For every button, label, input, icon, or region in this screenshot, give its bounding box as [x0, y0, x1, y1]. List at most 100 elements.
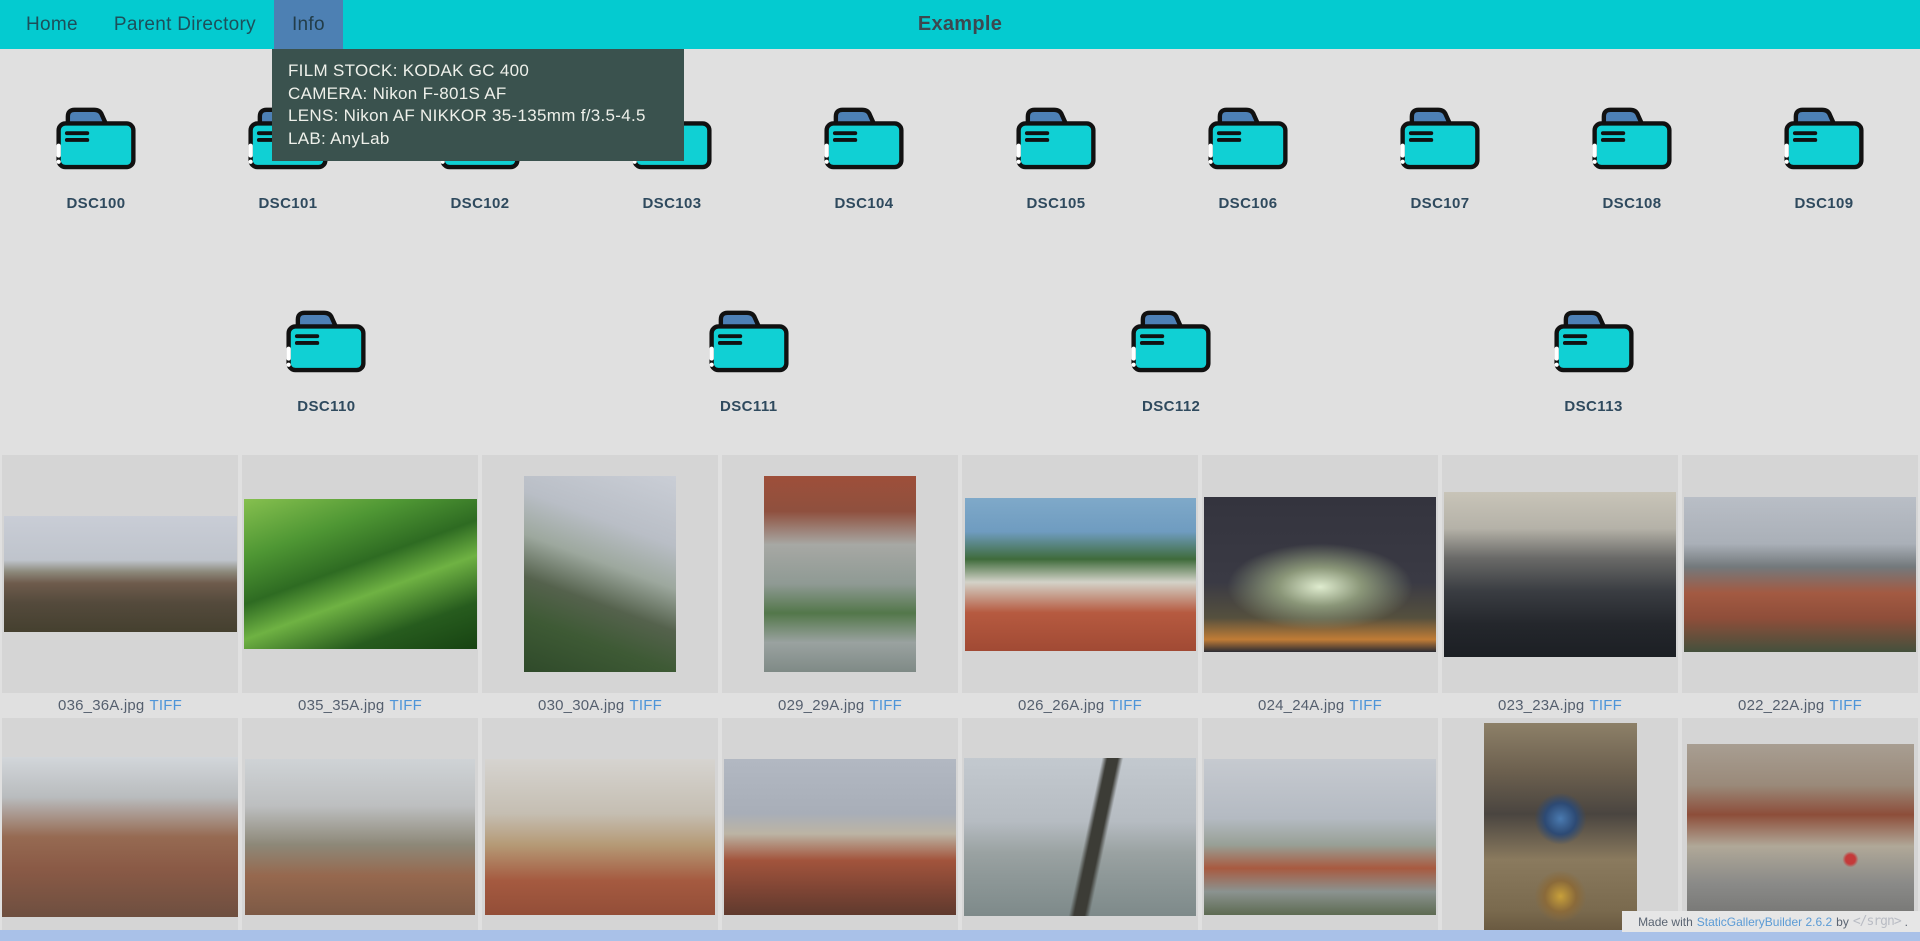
- folder-label: DSC111: [720, 398, 777, 415]
- photo-cell: 035_35A.jpg TIFF: [242, 455, 478, 718]
- navbar: Example HomeParent DirectoryInfo: [0, 0, 1920, 49]
- folder-item-dsc100[interactable]: DSC100: [0, 49, 192, 252]
- photo-cell: 030_30A.jpg TIFF: [482, 455, 718, 718]
- thumbnail-box: [1442, 455, 1678, 693]
- photo-thumbnail[interactable]: [724, 759, 956, 915]
- photo-cell: 024_24A.jpg TIFF: [1202, 455, 1438, 718]
- photo-grid: 036_36A.jpg TIFF 035_35A.jpg TIFF 030_30…: [0, 455, 1920, 941]
- photo-thumbnail[interactable]: [1204, 759, 1436, 915]
- info-tooltip-line: LENS: Nikon AF NIKKOR 35-135mm f/3.5-4.5: [288, 105, 668, 128]
- photo-filename: 029_29A.jpg: [778, 697, 864, 714]
- folder-item-dsc109[interactable]: DSC109: [1728, 49, 1920, 252]
- photo-thumbnail[interactable]: [965, 498, 1196, 651]
- folder-item-dsc112[interactable]: DSC112: [1075, 252, 1267, 455]
- folder-item-dsc111[interactable]: DSC111: [653, 252, 845, 455]
- photo-cell: [482, 718, 718, 941]
- tiff-link[interactable]: TIFF: [629, 697, 661, 714]
- photo-thumbnail[interactable]: [964, 758, 1196, 916]
- folder-icon: [283, 308, 369, 374]
- photo-filename: 035_35A.jpg: [298, 697, 384, 714]
- photo-cell: [962, 718, 1198, 941]
- photo-caption: 029_29A.jpg TIFF: [722, 693, 958, 718]
- photo-cell: 026_26A.jpg TIFF: [962, 455, 1198, 718]
- photo-cell: [1682, 718, 1918, 941]
- thumbnail-box: [1202, 455, 1438, 693]
- photo-cell: [2, 718, 238, 941]
- thumbnail-box: [722, 455, 958, 693]
- tiff-link[interactable]: TIFF: [149, 697, 181, 714]
- photo-thumbnail[interactable]: [1444, 492, 1676, 657]
- thumbnail-box: [1682, 455, 1918, 693]
- folder-label: DSC107: [1410, 195, 1469, 212]
- folder-icon: [1781, 105, 1867, 171]
- photo-thumbnail[interactable]: [1684, 497, 1916, 652]
- thumbnail-box: [2, 455, 238, 693]
- footer-made-with-text: Made with: [1638, 915, 1693, 929]
- tiff-link[interactable]: TIFF: [869, 697, 901, 714]
- photo-caption: 023_23A.jpg TIFF: [1442, 693, 1678, 718]
- folder-label: DSC100: [66, 195, 125, 212]
- folder-label: DSC102: [450, 195, 509, 212]
- folder-label: DSC113: [1564, 398, 1622, 415]
- builder-link[interactable]: StaticGalleryBuilder 2.6.2: [1697, 915, 1832, 929]
- thumbnail-box: [962, 455, 1198, 693]
- photo-thumbnail[interactable]: [524, 476, 676, 672]
- nav-link-parent-directory[interactable]: Parent Directory: [96, 0, 274, 49]
- thumbnail-box: [1202, 718, 1438, 941]
- photo-thumbnail[interactable]: [1687, 744, 1914, 930]
- folder-label: DSC104: [834, 195, 893, 212]
- thumbnail-box: [962, 718, 1198, 941]
- tiff-link[interactable]: TIFF: [1109, 697, 1141, 714]
- thumbnail-box: [242, 718, 478, 941]
- folder-label: DSC106: [1218, 195, 1277, 212]
- folder-icon: [1205, 105, 1291, 171]
- info-tooltip-line: LAB: AnyLab: [288, 128, 668, 151]
- folder-icon: [1128, 308, 1214, 374]
- folder-item-dsc110[interactable]: DSC110: [230, 252, 422, 455]
- photo-thumbnail[interactable]: [245, 759, 475, 915]
- nav-link-info[interactable]: Info: [274, 0, 343, 49]
- tiff-link[interactable]: TIFF: [1349, 697, 1381, 714]
- photo-cell: [242, 718, 478, 941]
- photo-thumbnail[interactable]: [485, 759, 715, 915]
- tiff-link[interactable]: TIFF: [1589, 697, 1621, 714]
- photo-cell: [1442, 718, 1678, 941]
- thumbnail-box: [1682, 718, 1918, 941]
- photo-thumbnail[interactable]: [2, 757, 238, 917]
- folder-item-dsc107[interactable]: DSC107: [1344, 49, 1536, 252]
- folder-label: DSC110: [297, 398, 355, 415]
- folder-label: DSC101: [258, 195, 317, 212]
- folder-item-dsc105[interactable]: DSC105: [960, 49, 1152, 252]
- photo-filename: 036_36A.jpg: [58, 697, 144, 714]
- folder-item-dsc104[interactable]: DSC104: [768, 49, 960, 252]
- photo-cell: [1202, 718, 1438, 941]
- photo-caption: 035_35A.jpg TIFF: [242, 693, 478, 718]
- photo-filename: 026_26A.jpg: [1018, 697, 1104, 714]
- nav-link-home[interactable]: Home: [8, 0, 96, 49]
- tiff-link[interactable]: TIFF: [389, 697, 421, 714]
- photo-thumbnail[interactable]: [1484, 723, 1637, 941]
- photo-thumbnail[interactable]: [244, 499, 477, 649]
- srgn-logo-link[interactable]: </srgn>: [1853, 914, 1901, 929]
- folder-icon: [1397, 105, 1483, 171]
- photo-caption: 024_24A.jpg TIFF: [1202, 693, 1438, 718]
- folder-item-dsc106[interactable]: DSC106: [1152, 49, 1344, 252]
- photo-thumbnail[interactable]: [764, 476, 916, 672]
- photo-filename: 030_30A.jpg: [538, 697, 624, 714]
- thumbnail-box: [482, 718, 718, 941]
- photo-thumbnail[interactable]: [1204, 497, 1436, 652]
- info-tooltip: FILM STOCK: KODAK GC 400CAMERA: Nikon F-…: [272, 49, 684, 161]
- folder-item-dsc108[interactable]: DSC108: [1536, 49, 1728, 252]
- footer-period: .: [1905, 915, 1908, 929]
- photo-thumbnail[interactable]: [4, 516, 237, 632]
- tiff-link[interactable]: TIFF: [1829, 697, 1861, 714]
- folder-icon: [821, 105, 907, 171]
- photo-filename: 024_24A.jpg: [1258, 697, 1344, 714]
- photo-cell: 029_29A.jpg TIFF: [722, 455, 958, 718]
- folder-item-dsc113[interactable]: DSC113: [1498, 252, 1690, 455]
- folder-icon: [1013, 105, 1099, 171]
- folder-label: DSC103: [642, 195, 701, 212]
- folder-label: DSC112: [1142, 398, 1200, 415]
- photo-cell: 036_36A.jpg TIFF: [2, 455, 238, 718]
- footer-by-text: by: [1836, 915, 1849, 929]
